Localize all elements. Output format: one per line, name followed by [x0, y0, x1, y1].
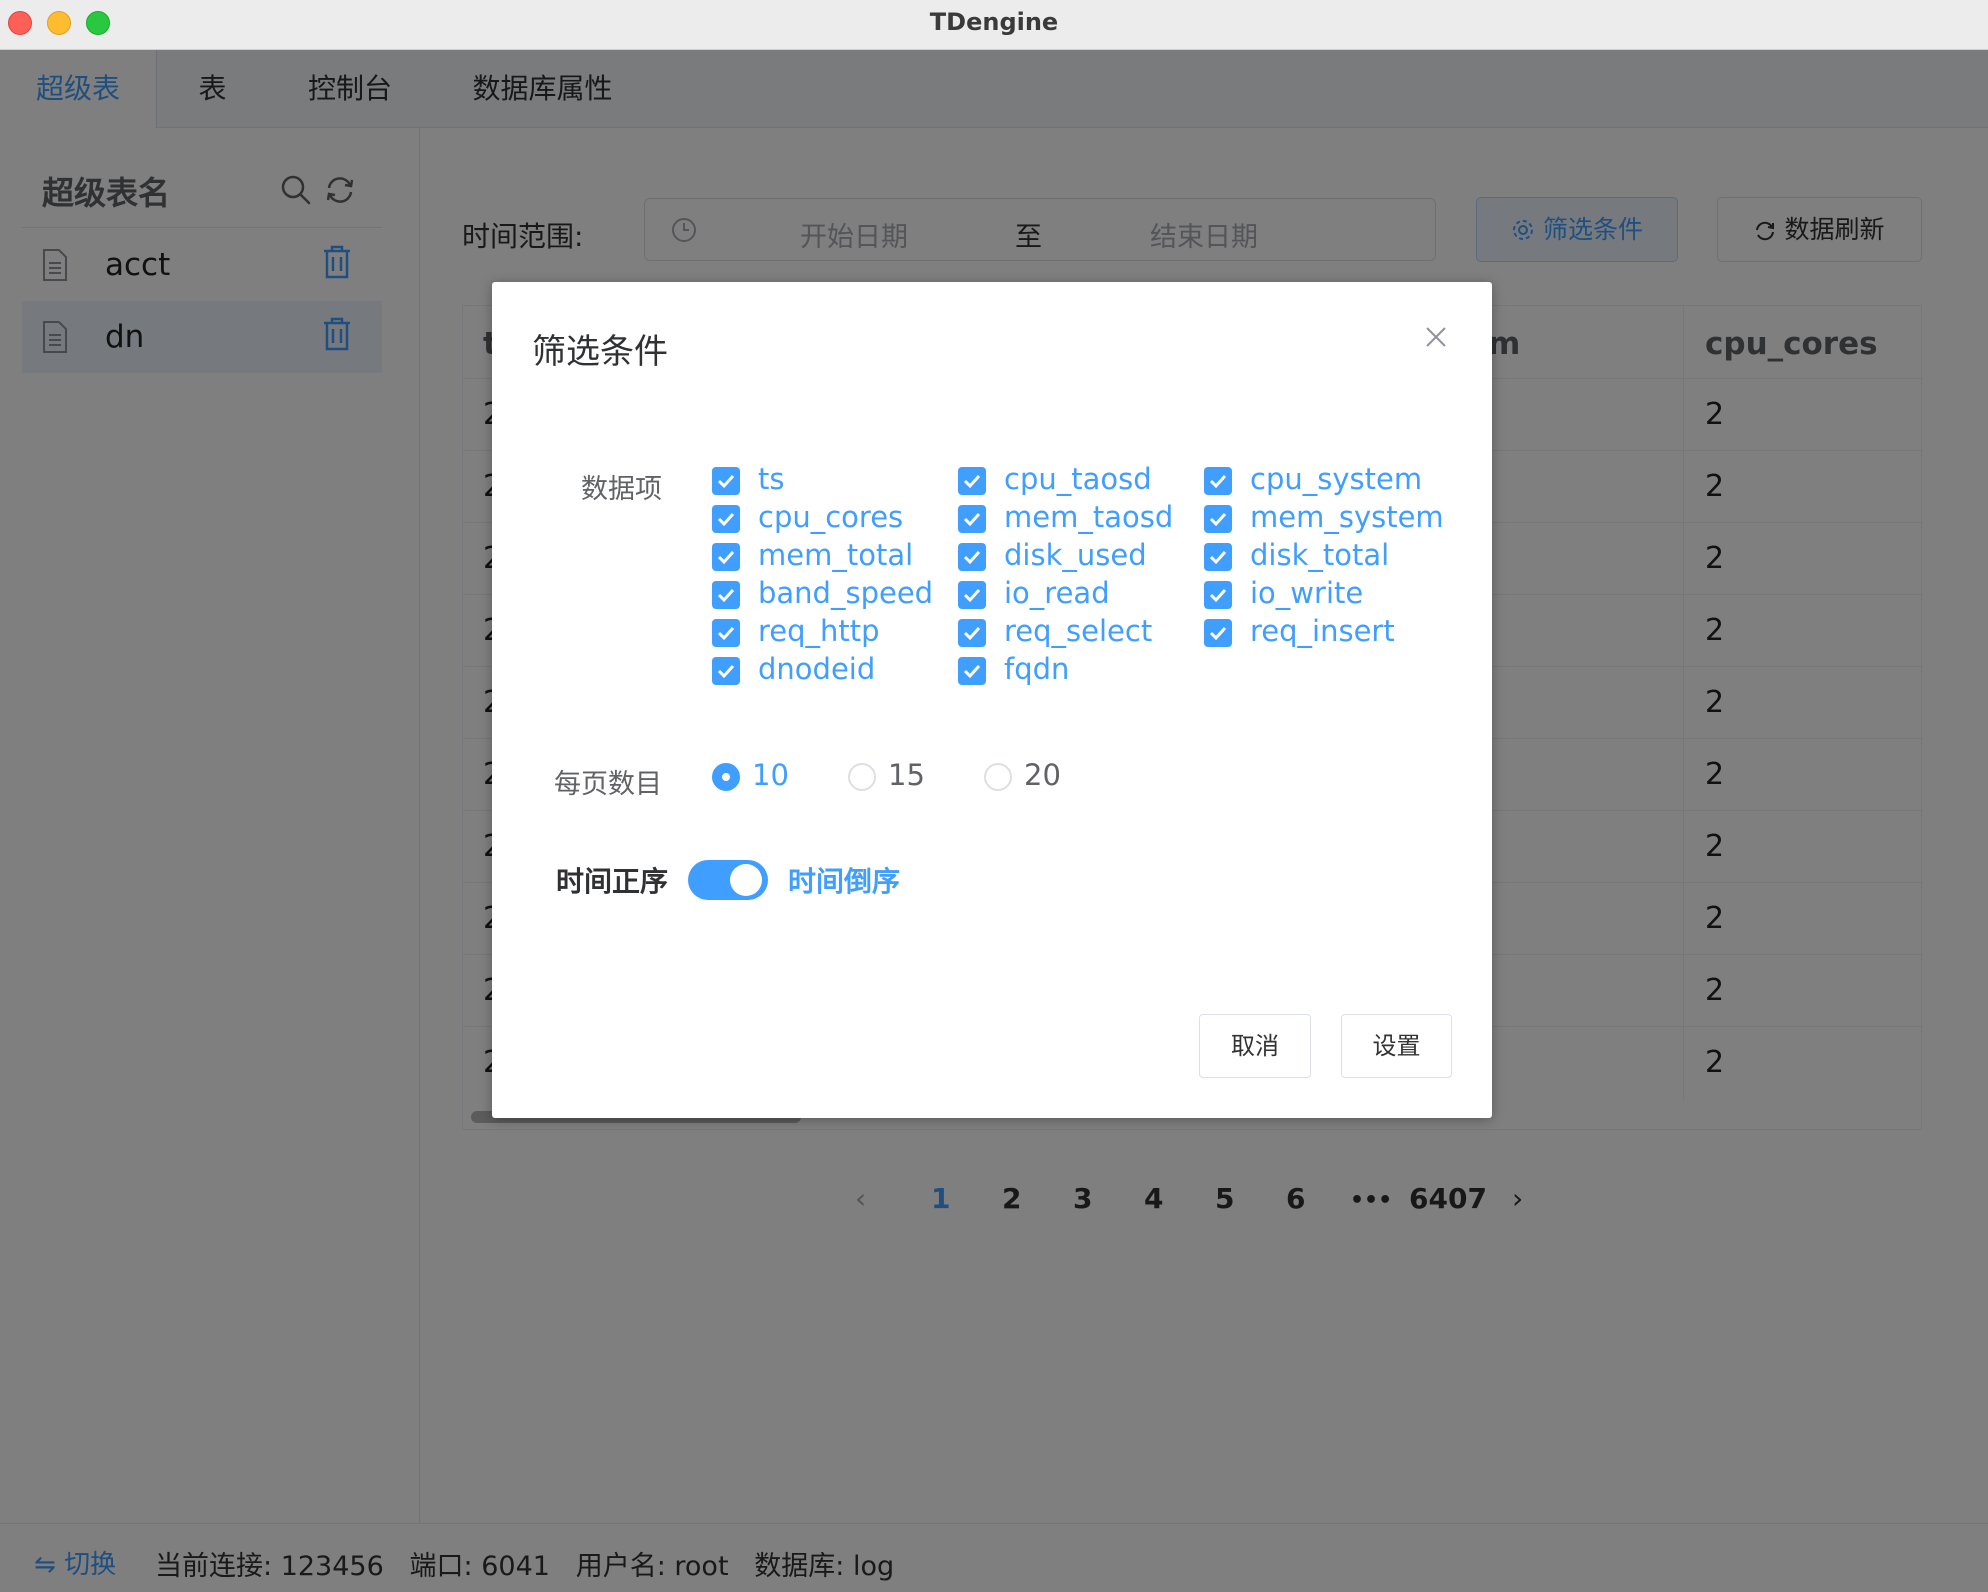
- checkbox-label: disk_used: [1004, 538, 1147, 572]
- checkbox-label: req_select: [1004, 614, 1153, 648]
- radio-label: 20: [1024, 758, 1061, 792]
- radio-label: 15: [888, 758, 925, 792]
- order-desc-label[interactable]: 时间倒序: [788, 860, 900, 900]
- checkbox-label: req_insert: [1250, 614, 1395, 648]
- checkbox-label: mem_taosd: [1004, 500, 1174, 534]
- checkbox-icon: [958, 467, 986, 495]
- toggle-knob: [730, 864, 762, 896]
- checkbox-icon: [712, 581, 740, 609]
- cancel-button[interactable]: 取消: [1199, 1014, 1311, 1078]
- checkbox-label: fqdn: [1004, 652, 1070, 686]
- checkbox-icon: [712, 467, 740, 495]
- radio-icon: [712, 763, 740, 791]
- checkbox-icon: [712, 543, 740, 571]
- checkbox-label: io_write: [1250, 576, 1364, 610]
- checkbox-label: band_speed: [758, 576, 934, 610]
- checkbox-icon: [958, 619, 986, 647]
- checkbox-icon: [958, 543, 986, 571]
- checkbox-icon: [958, 581, 986, 609]
- fields-label: 数据项: [581, 474, 662, 505]
- page-size-label: 每页数目: [554, 769, 662, 800]
- checkbox-icon: [1204, 543, 1232, 571]
- checkbox-label: cpu_system: [1250, 462, 1423, 496]
- checkbox-label: req_http: [758, 614, 880, 648]
- checkbox-label: cpu_cores: [758, 500, 904, 534]
- checkbox-icon: [1204, 505, 1232, 533]
- checkbox-label: mem_system: [1250, 500, 1444, 534]
- close-icon[interactable]: [1424, 325, 1448, 353]
- window-titlebar: TDengine: [0, 0, 1988, 50]
- checkbox-icon: [958, 657, 986, 685]
- checkbox-icon: [1204, 467, 1232, 495]
- checkbox-label: ts: [758, 462, 785, 496]
- checkbox-label: cpu_taosd: [1004, 462, 1152, 496]
- order-asc-label[interactable]: 时间正序: [556, 860, 668, 900]
- checkbox-icon: [712, 619, 740, 647]
- checkbox-label: io_read: [1004, 576, 1110, 610]
- checkbox-icon: [958, 505, 986, 533]
- filter-dialog: 筛选条件 数据项 ts cpu_taosd cpu_system cpu_cor…: [492, 282, 1492, 1118]
- checkbox-icon: [1204, 619, 1232, 647]
- order-toggle-switch[interactable]: [688, 860, 768, 900]
- dialog-title: 筛选条件: [532, 332, 668, 372]
- checkbox-icon: [712, 657, 740, 685]
- radio-label: 10: [752, 758, 789, 792]
- checkbox-label: mem_total: [758, 538, 914, 572]
- radio-icon: [848, 763, 876, 791]
- checkbox-label: disk_total: [1250, 538, 1390, 572]
- window-title: TDengine: [929, 8, 1059, 36]
- checkbox-icon: [712, 505, 740, 533]
- checkbox-label: dnodeid: [758, 652, 876, 686]
- checkbox-icon: [1204, 581, 1232, 609]
- radio-icon: [984, 763, 1012, 791]
- confirm-button[interactable]: 设置: [1341, 1014, 1452, 1078]
